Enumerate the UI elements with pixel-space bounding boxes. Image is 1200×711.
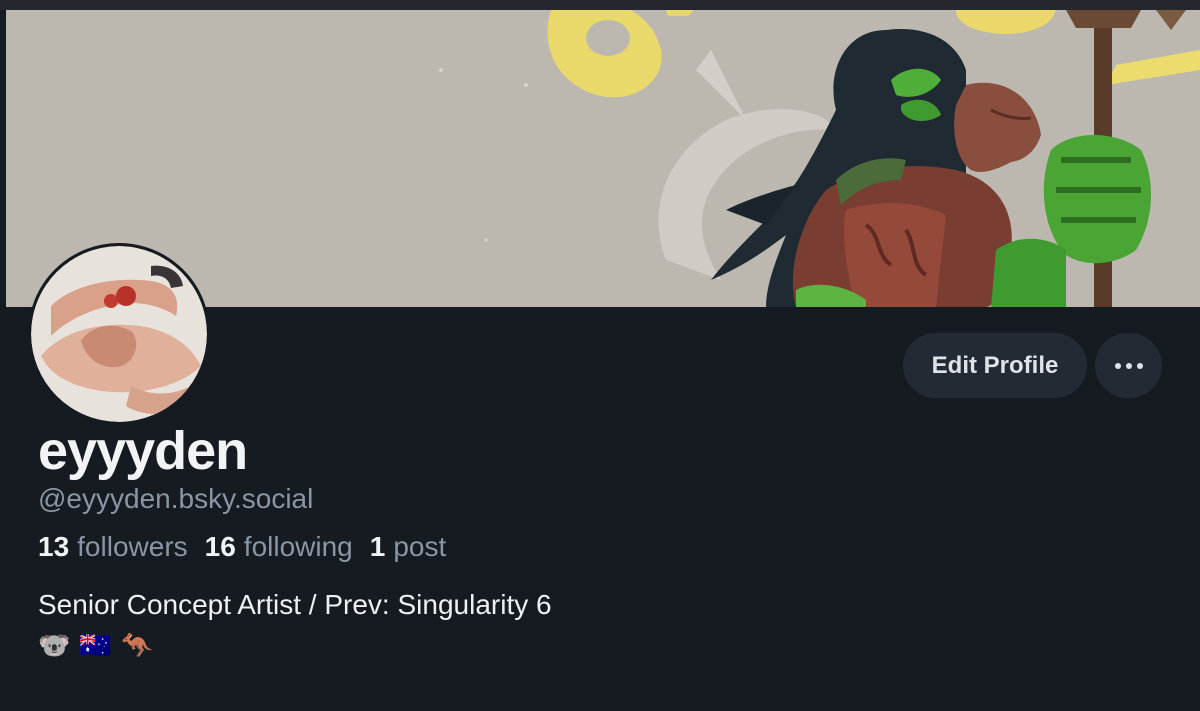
followers-count: 13: [38, 531, 70, 562]
followers-label: followers: [77, 531, 188, 562]
avatar[interactable]: [28, 243, 210, 425]
profile-bio: Senior Concept Artist / Prev: Singularit…: [38, 589, 552, 620]
avatar-artwork: [31, 246, 207, 422]
display-name: eyyyden: [38, 421, 248, 481]
profile-stats: 13 followers 16 following 1 post: [38, 531, 446, 563]
more-options-button[interactable]: [1095, 333, 1162, 398]
user-handle: @eyyyden.bsky.social: [38, 483, 314, 514]
profile-page: Edit Profile eyyyden @eyyyden.bsky.socia…: [0, 0, 1200, 711]
australia-flag-emoji: 🇦🇺: [79, 630, 112, 660]
following-count: 16: [204, 531, 236, 562]
posts-count: 1: [369, 531, 386, 562]
followers-link[interactable]: 13 followers: [38, 531, 188, 563]
bio-emoji-row: 🐨 🇦🇺 🦘: [38, 630, 153, 661]
following-label: following: [243, 531, 353, 562]
posts-count-link: 1 post: [370, 531, 447, 563]
posts-label: post: [393, 531, 447, 562]
kangaroo-emoji: 🦘: [120, 630, 154, 660]
following-link[interactable]: 16 following: [205, 531, 353, 563]
edit-profile-button[interactable]: Edit Profile: [903, 333, 1087, 398]
banner-artwork: [6, 10, 1200, 307]
window-top-edge: [0, 0, 1200, 10]
profile-banner[interactable]: [6, 10, 1200, 307]
koala-emoji: 🐨: [38, 630, 71, 660]
more-horizontal-icon: [1114, 362, 1143, 369]
